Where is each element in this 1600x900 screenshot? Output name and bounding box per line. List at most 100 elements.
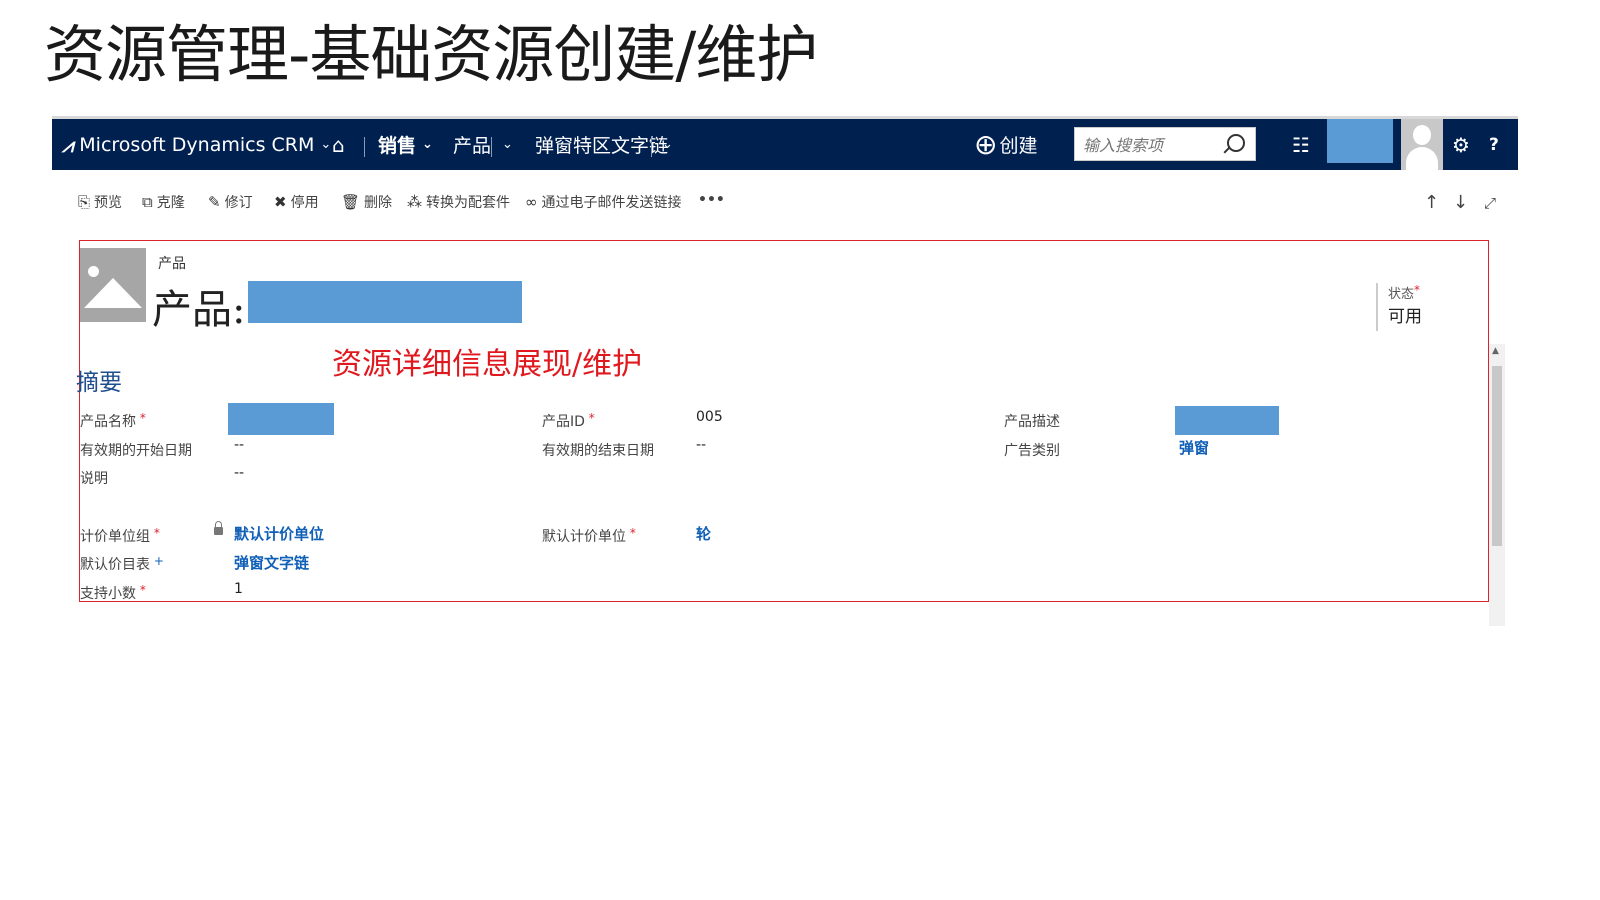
record-form: 产品 产品: 资源详细信息展现/维护 状态* 可用 摘要 产品名称 * 产品ID… (76, 240, 1489, 602)
preview-icon: ⎘ (78, 193, 91, 211)
create-button[interactable]: ⊕ 创建 (974, 119, 1037, 170)
price-list-label: 默认价目表 + (80, 554, 164, 573)
nav-entity-product[interactable]: 产品 (453, 119, 491, 170)
email-link-label: 通过电子邮件发送链接 (541, 195, 682, 211)
description-value[interactable]: -- (234, 465, 244, 481)
status-field[interactable]: 状态* 可用 (1376, 283, 1422, 331)
nav-entity-dropdown[interactable]: ⌄ (496, 119, 513, 170)
link-icon: ∞ (525, 193, 538, 211)
brand-menu[interactable]: ⩘ Microsoft Dynamics CRM ⌄ (62, 119, 331, 170)
product-id-value[interactable]: 005 (696, 409, 723, 425)
deactivate-icon: ✖ (274, 193, 287, 211)
more-commands-button[interactable]: ••• (698, 192, 725, 208)
form-scrollbar[interactable]: ▲ (1489, 344, 1505, 626)
section-title: 摘要 (76, 370, 122, 396)
preview-label: 预览 (94, 195, 123, 211)
product-image-placeholder[interactable] (80, 248, 146, 322)
trash-icon: 🗑 (341, 193, 361, 211)
product-desc-value-redacted[interactable] (1175, 406, 1279, 435)
next-record-icon[interactable]: ↓ (1453, 192, 1468, 213)
unit-group-link[interactable]: 默认计价单位 (234, 523, 324, 544)
previous-record-icon[interactable]: ↑ (1424, 192, 1439, 213)
product-id-label: 产品ID * (542, 411, 595, 430)
clone-button[interactable]: ⧉ 克隆 (142, 192, 185, 212)
nav-entity-label: 产品 (453, 135, 492, 157)
image-sun (88, 266, 99, 277)
unit-group-label: 计价单位组 * (80, 526, 160, 545)
valid-from-value[interactable]: -- (234, 437, 244, 453)
search-input[interactable] (1075, 128, 1235, 162)
scroll-up-icon[interactable]: ▲ (1492, 346, 1499, 356)
convert-kit-button[interactable]: ⁂ 转换为配套件 (407, 192, 510, 212)
avatar[interactable] (1401, 119, 1443, 170)
product-name-value-redacted[interactable] (228, 403, 334, 435)
description-label: 说明 (80, 471, 108, 487)
entity-label: 产品 (158, 256, 186, 272)
nav-separator (364, 137, 365, 157)
edit-icon: ✎ (208, 193, 221, 211)
nav-separator (491, 137, 492, 157)
brand-label: Microsoft Dynamics CRM (79, 133, 315, 156)
chevron-down-icon: ⌄ (320, 137, 332, 152)
product-name-label: 产品名称 * (80, 411, 146, 430)
clone-icon: ⧉ (142, 193, 153, 211)
search-box (1074, 127, 1256, 162)
price-list-link[interactable]: 弹窗文字链 (234, 552, 309, 573)
ad-type-link[interactable]: 弹窗 (1179, 437, 1209, 458)
nav-separator (651, 137, 652, 157)
convert-kit-label: 转换为配套件 (426, 195, 510, 211)
decimals-value[interactable]: 1 (234, 581, 243, 597)
home-icon[interactable]: ⌂ (332, 119, 345, 170)
search-icon[interactable] (1227, 134, 1245, 152)
delete-label: 删除 (364, 195, 393, 211)
status-value: 可用 (1388, 307, 1422, 327)
help-icon[interactable]: ? (1489, 119, 1499, 170)
chevron-down-icon: ⌄ (502, 137, 513, 152)
ad-type-label: 广告类别 (1004, 443, 1060, 459)
avatar-head (1413, 125, 1431, 145)
chevron-down-icon: ⌄ (422, 137, 433, 152)
dynamics-logo-icon: ⩘ (62, 132, 74, 157)
valid-from-label: 有效期的开始日期 (80, 443, 192, 459)
page-title: 产品: (152, 287, 246, 333)
command-bar: ⎘ 预览 ⧉ 克隆 ✎ 修订 ✖ 停用 🗑 删除 ⁂ 转换为配套件 ∞ 通过电子邮件发送链接 … (52, 180, 1518, 224)
product-desc-label: 产品描述 (1004, 414, 1060, 430)
slide-title: 资源管理-基础资源创建/维护 (44, 18, 818, 91)
clone-label: 克隆 (156, 195, 185, 211)
default-unit-link[interactable]: 轮 (696, 523, 711, 544)
popout-icon[interactable]: ⤢ (1484, 194, 1496, 212)
help-label: ? (1489, 134, 1499, 155)
deactivate-label: 停用 (290, 195, 319, 211)
nav-record[interactable]: 弹窗特区文字链 (535, 119, 668, 170)
scroll-thumb[interactable] (1492, 366, 1502, 546)
settings-icon[interactable]: ⚙ (1452, 119, 1470, 170)
kit-icon: ⁂ (407, 193, 422, 211)
plus-circle-icon: ⊕ (974, 128, 998, 161)
image-mountain (84, 278, 142, 308)
nav-record-dropdown[interactable]: ⌄ (656, 119, 673, 170)
crm-screenshot: ⩘ Microsoft Dynamics CRM ⌄ ⌂ 销售 ⌄ 产品 ⌄ 弹… (52, 116, 1518, 626)
revise-button[interactable]: ✎ 修订 (208, 192, 253, 212)
nav-area-sales[interactable]: 销售 ⌄ (378, 119, 433, 170)
valid-to-label: 有效期的结束日期 (542, 443, 654, 459)
nav-area-label: 销售 (378, 135, 417, 157)
create-label: 创建 (999, 135, 1038, 157)
chevron-down-icon: ⌄ (662, 137, 673, 152)
annotation-callout: 资源详细信息展现/维护 (332, 347, 643, 382)
default-unit-label: 默认计价单位 * (542, 526, 636, 545)
top-navbar: ⩘ Microsoft Dynamics CRM ⌄ ⌂ 销售 ⌄ 产品 ⌄ 弹… (52, 116, 1518, 170)
lock-icon (214, 521, 223, 535)
deactivate-button[interactable]: ✖ 停用 (274, 192, 319, 212)
avatar-body (1406, 147, 1438, 170)
valid-to-value[interactable]: -- (696, 437, 706, 453)
delete-button[interactable]: 🗑 删除 (341, 192, 392, 212)
record-name-redacted (248, 281, 522, 323)
decimals-label: 支持小数 * (80, 583, 146, 602)
advanced-find-icon[interactable]: ☷ (1292, 119, 1310, 170)
more-label: ••• (698, 192, 725, 208)
user-info-redacted[interactable] (1327, 119, 1393, 163)
status-label: 状态* (1388, 283, 1421, 302)
email-link-button[interactable]: ∞ 通过电子邮件发送链接 (525, 192, 682, 212)
nav-record-label: 弹窗特区文字链 (535, 135, 669, 157)
preview-button[interactable]: ⎘ 预览 (78, 192, 122, 212)
